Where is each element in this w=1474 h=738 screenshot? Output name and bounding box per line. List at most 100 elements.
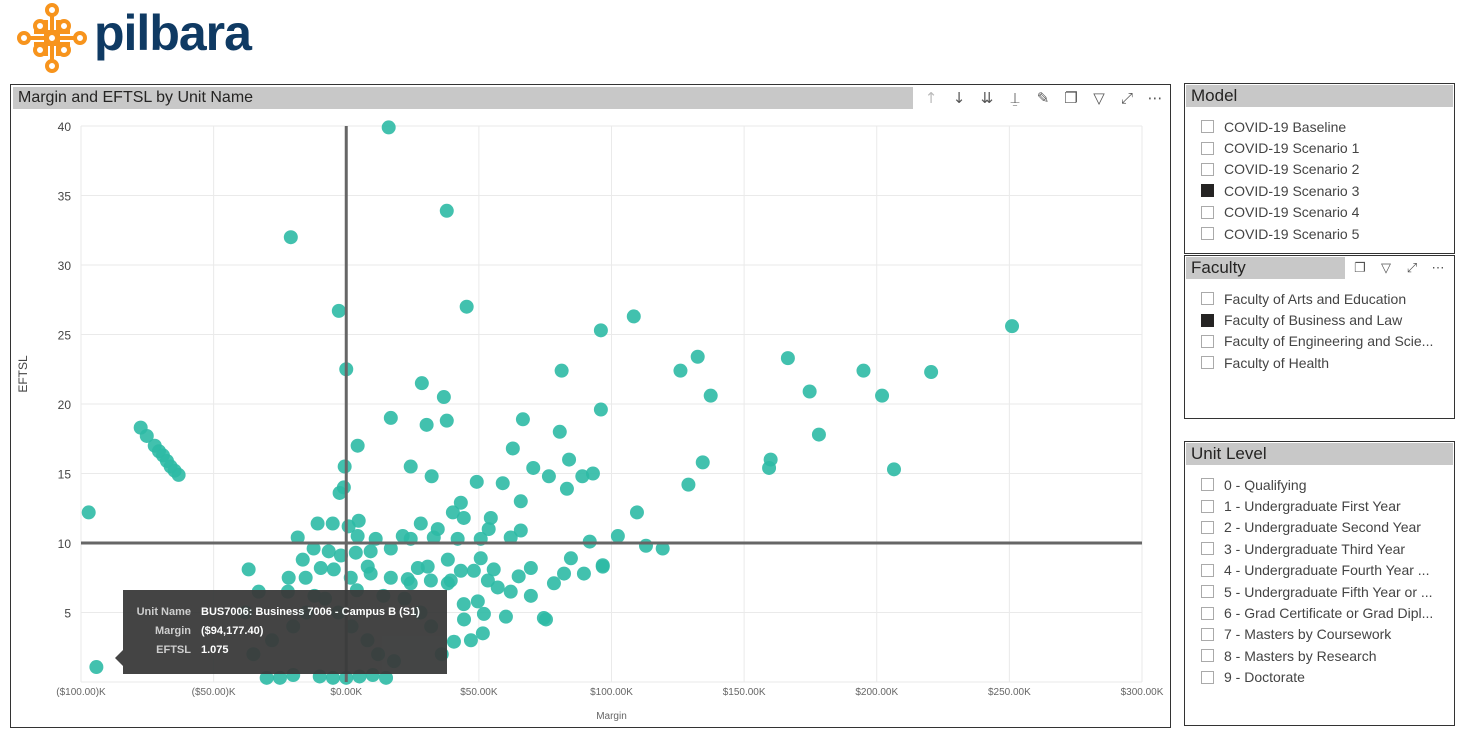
data-point[interactable] <box>321 544 336 559</box>
checkbox[interactable] <box>1201 478 1214 492</box>
slicer-item[interactable]: COVID-19 Scenario 3 <box>1185 180 1454 201</box>
data-point[interactable] <box>552 424 567 439</box>
slicer-item[interactable]: 4 - Undergraduate Fourth Year ... <box>1185 560 1454 581</box>
data-point[interactable] <box>298 570 313 585</box>
data-point[interactable] <box>350 438 365 453</box>
data-point[interactable] <box>610 529 625 544</box>
data-point[interactable] <box>526 460 541 475</box>
checkbox[interactable] <box>1201 184 1214 198</box>
data-point[interactable] <box>310 516 325 531</box>
data-point[interactable] <box>363 544 378 559</box>
data-point[interactable] <box>498 609 513 624</box>
data-point[interactable] <box>419 417 434 432</box>
data-point[interactable] <box>629 505 644 520</box>
data-point[interactable] <box>875 388 890 403</box>
data-point[interactable] <box>241 562 256 577</box>
data-point[interactable] <box>523 561 538 576</box>
data-point[interactable] <box>595 558 610 573</box>
data-point[interactable] <box>420 559 435 574</box>
slicer-item[interactable]: Faculty of Health <box>1185 352 1454 373</box>
checkbox[interactable] <box>1201 649 1214 663</box>
data-point[interactable] <box>473 551 488 566</box>
data-point[interactable] <box>924 365 939 380</box>
drill-down-icon[interactable]: ↓ <box>947 89 971 107</box>
data-point[interactable] <box>281 570 296 585</box>
data-point[interactable] <box>856 363 871 378</box>
data-point[interactable] <box>171 467 186 482</box>
slicer-item[interactable]: 9 - Doctorate <box>1185 667 1454 688</box>
data-point[interactable] <box>559 481 574 496</box>
copy-icon[interactable]: ❐ <box>1059 89 1083 107</box>
data-point[interactable] <box>593 402 608 417</box>
data-point[interactable] <box>495 476 510 491</box>
data-point[interactable] <box>89 660 104 675</box>
data-point[interactable] <box>475 626 490 641</box>
data-point[interactable] <box>331 303 346 318</box>
data-point[interactable] <box>541 469 556 484</box>
checkbox[interactable] <box>1201 227 1214 241</box>
data-point[interactable] <box>673 363 688 378</box>
data-point[interactable] <box>423 573 438 588</box>
slicer-item[interactable]: 8 - Masters by Research <box>1185 645 1454 666</box>
data-point[interactable] <box>313 561 328 576</box>
data-point[interactable] <box>439 413 454 428</box>
slicer-item[interactable]: 6 - Grad Certificate or Grad Dipl... <box>1185 602 1454 623</box>
data-point[interactable] <box>476 606 491 621</box>
filter-icon[interactable]: ▽ <box>1375 257 1397 279</box>
data-point[interactable] <box>350 529 365 544</box>
data-point[interactable] <box>436 390 451 405</box>
checkbox[interactable] <box>1201 542 1214 556</box>
checkbox[interactable] <box>1201 313 1214 327</box>
data-point[interactable] <box>811 427 826 442</box>
data-point[interactable] <box>513 494 528 509</box>
data-point[interactable] <box>469 474 484 489</box>
drill-up-icon[interactable]: ↑ <box>919 89 943 107</box>
data-point[interactable] <box>325 516 340 531</box>
data-point[interactable] <box>690 349 705 364</box>
checkbox[interactable] <box>1201 356 1214 370</box>
data-point[interactable] <box>575 469 590 484</box>
checkbox[interactable] <box>1201 499 1214 513</box>
data-point[interactable] <box>453 563 468 578</box>
data-point[interactable] <box>463 633 478 648</box>
data-point[interactable] <box>81 505 96 520</box>
slicer-item[interactable]: 7 - Masters by Coursework <box>1185 624 1454 645</box>
slicer-item[interactable]: 3 - Undergraduate Third Year <box>1185 538 1454 559</box>
data-point[interactable] <box>439 203 454 218</box>
data-point[interactable] <box>414 376 429 391</box>
data-point[interactable] <box>403 459 418 474</box>
data-point[interactable] <box>337 459 352 474</box>
data-point[interactable] <box>886 462 901 477</box>
slicer-item[interactable]: Faculty of Business and Law <box>1185 309 1454 330</box>
data-point[interactable] <box>802 384 817 399</box>
data-point[interactable] <box>351 513 366 528</box>
checkbox[interactable] <box>1201 563 1214 577</box>
data-point[interactable] <box>383 570 398 585</box>
data-point[interactable] <box>440 552 455 567</box>
more-options-icon[interactable]: ⋯ <box>1143 89 1167 107</box>
slicer-item[interactable]: COVID-19 Scenario 2 <box>1185 159 1454 180</box>
data-point[interactable] <box>470 594 485 609</box>
expand-hierarchy-icon[interactable]: ⍊ <box>1003 89 1027 107</box>
checkbox[interactable] <box>1201 141 1214 155</box>
data-point[interactable] <box>505 441 520 456</box>
data-point[interactable] <box>563 551 578 566</box>
checkbox[interactable] <box>1201 334 1214 348</box>
data-point[interactable] <box>466 563 481 578</box>
data-point[interactable] <box>626 309 641 324</box>
data-point[interactable] <box>557 566 572 581</box>
slicer-item[interactable]: 1 - Undergraduate First Year <box>1185 495 1454 516</box>
data-point[interactable] <box>326 562 341 577</box>
data-point[interactable] <box>515 412 530 427</box>
data-point[interactable] <box>295 552 310 567</box>
data-point[interactable] <box>456 510 471 525</box>
data-point[interactable] <box>332 485 347 500</box>
data-point[interactable] <box>348 545 363 560</box>
data-point[interactable] <box>703 388 718 403</box>
data-point[interactable] <box>503 584 518 599</box>
data-point[interactable] <box>511 569 526 584</box>
slicer-item[interactable]: 2 - Undergraduate Second Year <box>1185 517 1454 538</box>
checkbox[interactable] <box>1201 120 1214 134</box>
data-point[interactable] <box>457 612 472 627</box>
slicer-item[interactable]: COVID-19 Scenario 5 <box>1185 223 1454 244</box>
